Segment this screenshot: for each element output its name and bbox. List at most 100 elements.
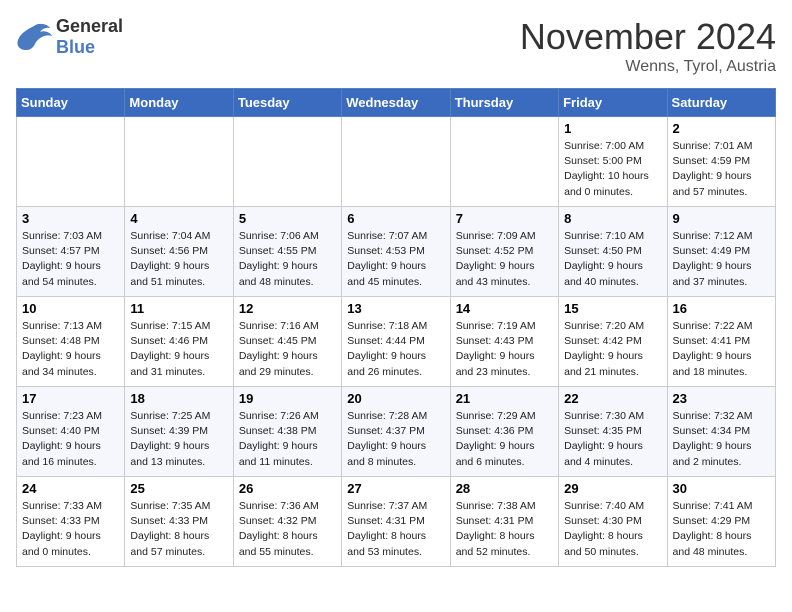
day-cell: 13 Sunrise: 7:18 AM Sunset: 4:44 PM Dayli… — [342, 297, 450, 387]
day-number: 5 — [239, 211, 336, 226]
day-number: 25 — [130, 481, 227, 496]
day-cell — [450, 117, 558, 207]
day-cell — [233, 117, 341, 207]
day-cell: 26 Sunrise: 7:36 AM Sunset: 4:32 PM Dayli… — [233, 477, 341, 567]
day-info: Sunrise: 7:35 AM Sunset: 4:33 PM Dayligh… — [130, 499, 227, 560]
day-info: Sunrise: 7:20 AM Sunset: 4:42 PM Dayligh… — [564, 319, 661, 380]
day-cell: 25 Sunrise: 7:35 AM Sunset: 4:33 PM Dayli… — [125, 477, 233, 567]
month-title: November 2024 — [520, 16, 776, 58]
column-header-wednesday: Wednesday — [342, 89, 450, 117]
day-cell — [342, 117, 450, 207]
day-info: Sunrise: 7:00 AM Sunset: 5:00 PM Dayligh… — [564, 139, 661, 200]
day-number: 13 — [347, 301, 444, 316]
column-header-monday: Monday — [125, 89, 233, 117]
day-info: Sunrise: 7:36 AM Sunset: 4:32 PM Dayligh… — [239, 499, 336, 560]
day-number: 18 — [130, 391, 227, 406]
day-cell: 17 Sunrise: 7:23 AM Sunset: 4:40 PM Dayli… — [17, 387, 125, 477]
day-info: Sunrise: 7:06 AM Sunset: 4:55 PM Dayligh… — [239, 229, 336, 290]
day-cell: 30Sunrise: 7:41 AM Sunset: 4:29 PM Dayli… — [667, 477, 775, 567]
day-info: Sunrise: 7:30 AM Sunset: 4:35 PM Dayligh… — [564, 409, 661, 470]
day-cell: 7 Sunrise: 7:09 AM Sunset: 4:52 PM Daylig… — [450, 207, 558, 297]
day-cell: 27 Sunrise: 7:37 AM Sunset: 4:31 PM Dayli… — [342, 477, 450, 567]
day-cell: 14Sunrise: 7:19 AM Sunset: 4:43 PM Dayli… — [450, 297, 558, 387]
column-header-tuesday: Tuesday — [233, 89, 341, 117]
day-number: 10 — [22, 301, 119, 316]
day-number: 9 — [673, 211, 770, 226]
day-number: 23 — [673, 391, 770, 406]
day-info: Sunrise: 7:04 AM Sunset: 4:56 PM Dayligh… — [130, 229, 227, 290]
day-cell: 23 Sunrise: 7:32 AM Sunset: 4:34 PM Dayli… — [667, 387, 775, 477]
day-cell: 10Sunrise: 7:13 AM Sunset: 4:48 PM Dayli… — [17, 297, 125, 387]
day-cell: 29Sunrise: 7:40 AM Sunset: 4:30 PM Dayli… — [559, 477, 667, 567]
day-info: Sunrise: 7:22 AM Sunset: 4:41 PM Dayligh… — [673, 319, 770, 380]
column-header-friday: Friday — [559, 89, 667, 117]
day-number: 28 — [456, 481, 553, 496]
day-number: 8 — [564, 211, 661, 226]
day-number: 12 — [239, 301, 336, 316]
day-cell: 16 Sunrise: 7:22 AM Sunset: 4:41 PM Dayli… — [667, 297, 775, 387]
week-row-4: 24Sunrise: 7:33 AM Sunset: 4:33 PM Dayli… — [17, 477, 776, 567]
column-header-saturday: Saturday — [667, 89, 775, 117]
day-info: Sunrise: 7:37 AM Sunset: 4:31 PM Dayligh… — [347, 499, 444, 560]
day-number: 24 — [22, 481, 119, 496]
day-number: 16 — [673, 301, 770, 316]
day-info: Sunrise: 7:09 AM Sunset: 4:52 PM Dayligh… — [456, 229, 553, 290]
day-info: Sunrise: 7:10 AM Sunset: 4:50 PM Dayligh… — [564, 229, 661, 290]
week-row-2: 10Sunrise: 7:13 AM Sunset: 4:48 PM Dayli… — [17, 297, 776, 387]
day-info: Sunrise: 7:07 AM Sunset: 4:53 PM Dayligh… — [347, 229, 444, 290]
column-header-thursday: Thursday — [450, 89, 558, 117]
day-number: 2 — [673, 121, 770, 136]
day-info: Sunrise: 7:18 AM Sunset: 4:44 PM Dayligh… — [347, 319, 444, 380]
day-number: 20 — [347, 391, 444, 406]
day-cell: 20 Sunrise: 7:28 AM Sunset: 4:37 PM Dayli… — [342, 387, 450, 477]
week-row-1: 3Sunrise: 7:03 AM Sunset: 4:57 PM Daylig… — [17, 207, 776, 297]
day-cell: 15 Sunrise: 7:20 AM Sunset: 4:42 PM Dayli… — [559, 297, 667, 387]
day-cell: 19 Sunrise: 7:26 AM Sunset: 4:38 PM Dayli… — [233, 387, 341, 477]
day-info: Sunrise: 7:23 AM Sunset: 4:40 PM Dayligh… — [22, 409, 119, 470]
day-number: 15 — [564, 301, 661, 316]
day-number: 29 — [564, 481, 661, 496]
day-number: 21 — [456, 391, 553, 406]
day-cell: 24Sunrise: 7:33 AM Sunset: 4:33 PM Dayli… — [17, 477, 125, 567]
day-number: 27 — [347, 481, 444, 496]
day-info: Sunrise: 7:28 AM Sunset: 4:37 PM Dayligh… — [347, 409, 444, 470]
day-cell: 11Sunrise: 7:15 AM Sunset: 4:46 PM Dayli… — [125, 297, 233, 387]
day-info: Sunrise: 7:03 AM Sunset: 4:57 PM Dayligh… — [22, 229, 119, 290]
logo: General Blue — [16, 16, 123, 58]
column-header-sunday: Sunday — [17, 89, 125, 117]
week-row-3: 17 Sunrise: 7:23 AM Sunset: 4:40 PM Dayli… — [17, 387, 776, 477]
day-number: 19 — [239, 391, 336, 406]
day-cell: 4 Sunrise: 7:04 AM Sunset: 4:56 PM Daylig… — [125, 207, 233, 297]
day-cell: 21Sunrise: 7:29 AM Sunset: 4:36 PM Dayli… — [450, 387, 558, 477]
day-cell — [125, 117, 233, 207]
day-cell: 8 Sunrise: 7:10 AM Sunset: 4:50 PM Daylig… — [559, 207, 667, 297]
logo-text-general: General — [56, 16, 123, 36]
day-cell: 18 Sunrise: 7:25 AM Sunset: 4:39 PM Dayli… — [125, 387, 233, 477]
day-number: 6 — [347, 211, 444, 226]
day-number: 26 — [239, 481, 336, 496]
day-info: Sunrise: 7:01 AM Sunset: 4:59 PM Dayligh… — [673, 139, 770, 200]
day-info: Sunrise: 7:16 AM Sunset: 4:45 PM Dayligh… — [239, 319, 336, 380]
day-cell: 22 Sunrise: 7:30 AM Sunset: 4:35 PM Dayli… — [559, 387, 667, 477]
day-cell — [17, 117, 125, 207]
day-cell: 1Sunrise: 7:00 AM Sunset: 5:00 PM Daylig… — [559, 117, 667, 207]
day-info: Sunrise: 7:25 AM Sunset: 4:39 PM Dayligh… — [130, 409, 227, 470]
day-number: 11 — [130, 301, 227, 316]
day-info: Sunrise: 7:32 AM Sunset: 4:34 PM Dayligh… — [673, 409, 770, 470]
day-info: Sunrise: 7:41 AM Sunset: 4:29 PM Dayligh… — [673, 499, 770, 560]
week-row-0: 1Sunrise: 7:00 AM Sunset: 5:00 PM Daylig… — [17, 117, 776, 207]
day-number: 22 — [564, 391, 661, 406]
title-area: November 2024 Wenns, Tyrol, Austria — [520, 16, 776, 76]
header: General Blue November 2024 Wenns, Tyrol,… — [16, 16, 776, 76]
day-cell: 28Sunrise: 7:38 AM Sunset: 4:31 PM Dayli… — [450, 477, 558, 567]
calendar-header-row: SundayMondayTuesdayWednesdayThursdayFrid… — [17, 89, 776, 117]
logo-text-blue: Blue — [56, 37, 95, 57]
calendar: SundayMondayTuesdayWednesdayThursdayFrid… — [16, 88, 776, 567]
day-info: Sunrise: 7:26 AM Sunset: 4:38 PM Dayligh… — [239, 409, 336, 470]
day-number: 17 — [22, 391, 119, 406]
day-info: Sunrise: 7:19 AM Sunset: 4:43 PM Dayligh… — [456, 319, 553, 380]
day-cell: 12 Sunrise: 7:16 AM Sunset: 4:45 PM Dayli… — [233, 297, 341, 387]
day-number: 7 — [456, 211, 553, 226]
day-number: 4 — [130, 211, 227, 226]
day-cell: 6 Sunrise: 7:07 AM Sunset: 4:53 PM Daylig… — [342, 207, 450, 297]
